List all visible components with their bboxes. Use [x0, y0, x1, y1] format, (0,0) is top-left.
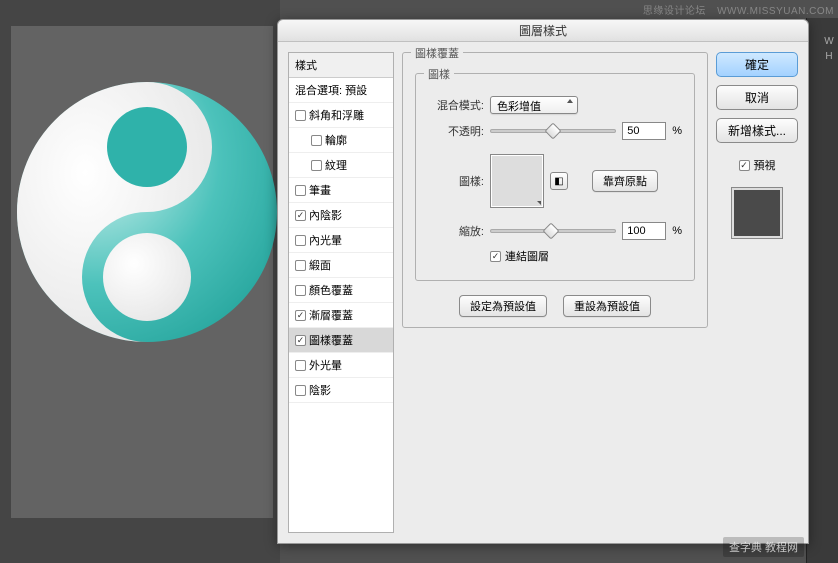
style-item-label: 內陰影 — [309, 207, 342, 223]
yin-yang-artwork — [13, 78, 281, 346]
opacity-input[interactable] — [622, 122, 666, 140]
style-item-label: 顏色覆蓋 — [309, 282, 353, 298]
style-item-label: 筆畫 — [309, 182, 331, 198]
style-checkbox[interactable] — [295, 210, 306, 221]
style-item-label: 圖樣覆蓋 — [309, 332, 353, 348]
opacity-label: 不透明: — [428, 123, 484, 139]
style-item-label: 斜角和浮雕 — [309, 107, 364, 123]
topbar-left: 思缘设计论坛 — [643, 6, 706, 17]
dialog-right-column: 確定 取消 新增樣式... 預視 — [716, 52, 798, 533]
canvas-document[interactable] — [11, 26, 273, 518]
style-item-label: 外光暈 — [309, 357, 342, 373]
canvas-background — [0, 0, 280, 563]
style-item[interactable]: 緞面 — [289, 253, 393, 278]
create-pattern-icon[interactable]: ◧ — [550, 172, 568, 190]
style-checkbox[interactable] — [295, 360, 306, 371]
blend-mode-select[interactable]: 色彩增值 — [490, 96, 578, 114]
preview-swatch — [731, 187, 783, 239]
style-checkbox[interactable] — [295, 310, 306, 321]
layer-style-dialog: 圖層樣式 樣式 混合選項: 預設 斜角和浮雕輪廓紋理筆畫內陰影內光暈緞面顏色覆蓋… — [277, 19, 809, 544]
panel-label-w: W — [822, 36, 836, 47]
snap-origin-button[interactable]: 靠齊原點 — [592, 170, 658, 192]
new-style-button[interactable]: 新增樣式... — [716, 118, 798, 143]
pattern-swatch[interactable] — [490, 154, 544, 208]
blend-mode-label: 混合模式: — [428, 97, 484, 113]
style-item-label: 紋理 — [325, 157, 347, 173]
style-item[interactable]: 內陰影 — [289, 203, 393, 228]
blend-options-item[interactable]: 混合選項: 預設 — [289, 78, 393, 103]
style-checkbox[interactable] — [295, 110, 306, 121]
bottom-watermark: 查字典 教程网 — [723, 537, 804, 557]
style-checkbox[interactable] — [311, 160, 322, 171]
style-item-label: 漸層覆蓋 — [309, 307, 353, 323]
style-item[interactable]: 漸層覆蓋 — [289, 303, 393, 328]
make-default-button[interactable]: 設定為預設值 — [459, 295, 547, 317]
preview-checkbox[interactable] — [739, 160, 750, 171]
scale-label: 縮放: — [428, 223, 484, 239]
scale-input[interactable] — [622, 222, 666, 240]
inner-title: 圖樣 — [424, 66, 454, 82]
pattern-overlay-fieldset: 圖樣覆蓋 圖樣 混合模式: 色彩增值 不透明: — [402, 52, 708, 328]
scale-slider[interactable] — [490, 229, 616, 233]
pattern-label: 圖樣: — [428, 173, 484, 189]
style-item-label: 內光暈 — [309, 232, 342, 248]
style-checkbox[interactable] — [295, 260, 306, 271]
panel-title: 圖樣覆蓋 — [411, 45, 463, 61]
styles-header[interactable]: 樣式 — [289, 53, 393, 78]
style-item[interactable]: 內光暈 — [289, 228, 393, 253]
style-item-label: 陰影 — [309, 382, 331, 398]
style-item-label: 緞面 — [309, 257, 331, 273]
app-right-panel: W H — [806, 18, 838, 563]
panel-label-h: H — [822, 51, 836, 62]
style-checkbox[interactable] — [295, 285, 306, 296]
style-item[interactable]: 圖樣覆蓋 — [289, 328, 393, 353]
style-item-label: 輪廓 — [325, 132, 347, 148]
style-item[interactable]: 斜角和浮雕 — [289, 103, 393, 128]
ok-button[interactable]: 確定 — [716, 52, 798, 77]
dialog-title: 圖層樣式 — [278, 20, 808, 42]
styles-list: 樣式 混合選項: 預設 斜角和浮雕輪廓紋理筆畫內陰影內光暈緞面顏色覆蓋漸層覆蓋圖… — [288, 52, 394, 533]
style-item[interactable]: 外光暈 — [289, 353, 393, 378]
style-checkbox[interactable] — [295, 185, 306, 196]
link-layer-checkbox[interactable] — [490, 251, 501, 262]
opacity-slider[interactable] — [490, 129, 616, 133]
reset-default-button[interactable]: 重設為預設值 — [563, 295, 651, 317]
style-item[interactable]: 紋理 — [289, 153, 393, 178]
style-item[interactable]: 顏色覆蓋 — [289, 278, 393, 303]
style-item[interactable]: 輪廓 — [289, 128, 393, 153]
pattern-inner-fieldset: 圖樣 混合模式: 色彩增值 不透明: % — [415, 73, 695, 281]
topbar-right: WWW.MISSYUAN.COM — [717, 6, 834, 17]
link-layer-label: 連結圖層 — [505, 248, 549, 264]
scale-percent: % — [672, 225, 682, 237]
cancel-button[interactable]: 取消 — [716, 85, 798, 110]
center-panel: 圖樣覆蓋 圖樣 混合模式: 色彩增值 不透明: — [402, 52, 708, 533]
style-checkbox[interactable] — [295, 385, 306, 396]
opacity-percent: % — [672, 125, 682, 137]
style-checkbox[interactable] — [295, 235, 306, 246]
preview-label: 預視 — [754, 157, 776, 173]
style-checkbox[interactable] — [311, 135, 322, 146]
style-item[interactable]: 筆畫 — [289, 178, 393, 203]
top-watermark: 思缘设计论坛 WWW.MISSYUAN.COM — [635, 2, 834, 17]
style-checkbox[interactable] — [295, 335, 306, 346]
style-item[interactable]: 陰影 — [289, 378, 393, 403]
